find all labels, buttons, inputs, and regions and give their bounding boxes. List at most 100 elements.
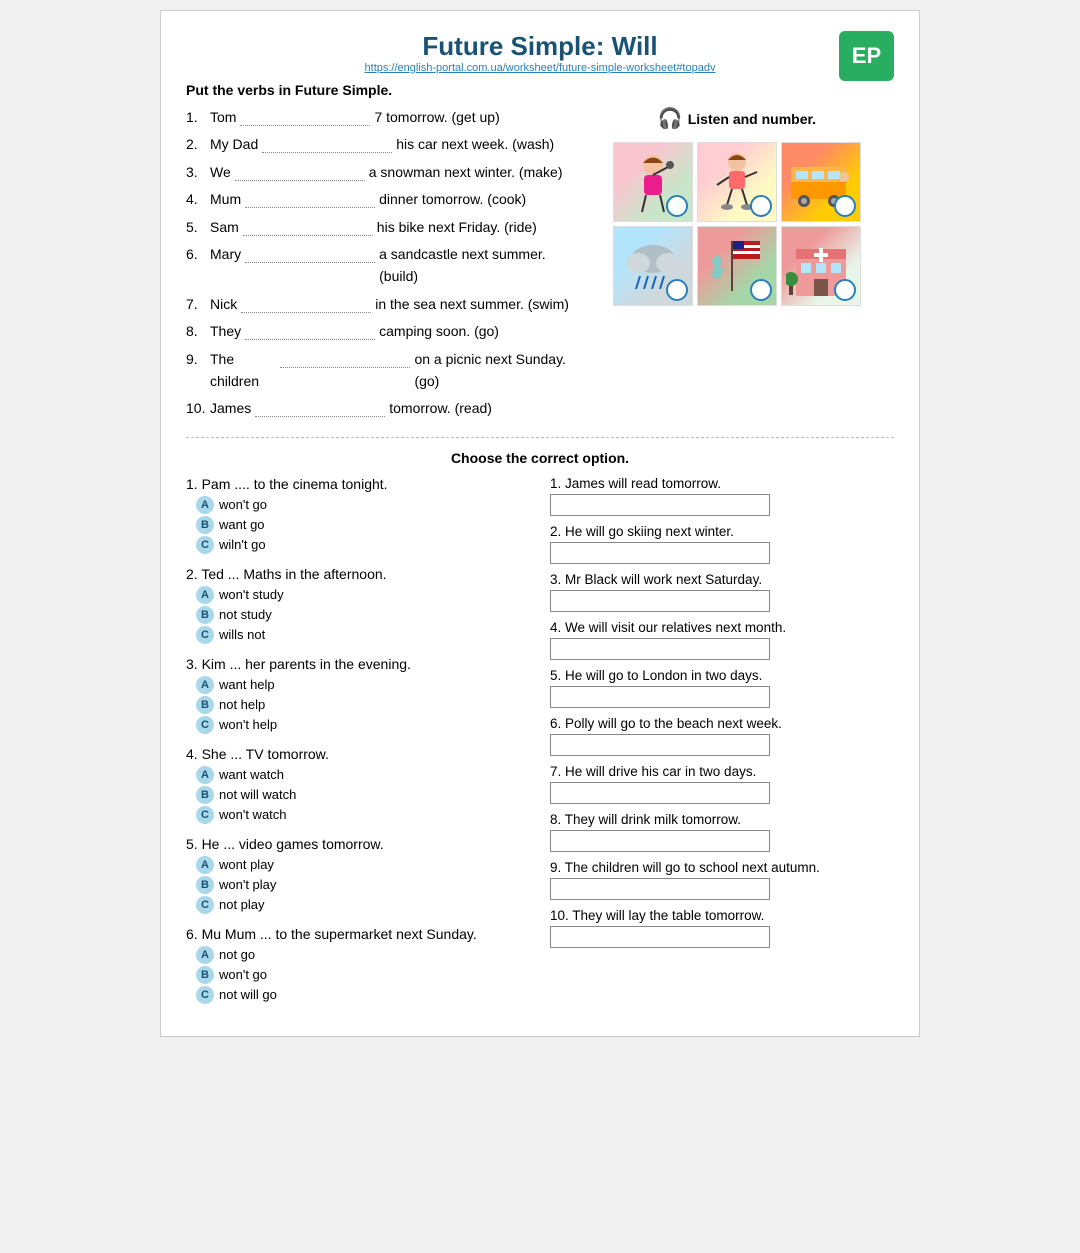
option-letter: A xyxy=(196,766,214,784)
matching-input[interactable] xyxy=(550,782,770,804)
matching-input[interactable] xyxy=(550,590,770,612)
matching-input[interactable] xyxy=(550,734,770,756)
option-item[interactable]: A wont play xyxy=(196,856,530,874)
fill-input[interactable] xyxy=(262,137,392,153)
image-cell-3 xyxy=(781,142,861,222)
matching-input[interactable] xyxy=(550,878,770,900)
headphone-icon: 🎧 xyxy=(658,106,683,131)
matching-item: 5. He will go to London in two days. xyxy=(550,668,894,708)
fill-item: 2. My Dad his car next week. (wash) xyxy=(186,133,570,155)
item-after: dinner tomorrow. (cook) xyxy=(379,188,526,210)
option-letter: A xyxy=(196,496,214,514)
matching-item: 6. Polly will go to the beach next week. xyxy=(550,716,894,756)
fill-item: 8. They camping soon. (go) xyxy=(186,320,570,342)
image-cell-4 xyxy=(613,226,693,306)
option-item[interactable]: A want watch xyxy=(196,766,530,784)
listen-col: 🎧 Listen and number. xyxy=(580,106,894,425)
option-item[interactable]: C not will go xyxy=(196,986,530,1004)
matching-input[interactable] xyxy=(550,638,770,660)
fill-input[interactable] xyxy=(235,165,365,181)
matching-item: 4. We will visit our relatives next mont… xyxy=(550,620,894,660)
options-list: A want watch B not will watch C won't watc… xyxy=(186,766,530,824)
matching-question-text: 6. Polly will go to the beach next week. xyxy=(550,716,894,731)
option-item[interactable]: B not will watch xyxy=(196,786,530,804)
option-letter: B xyxy=(196,786,214,804)
options-list: A won't go B want go C wiln't go xyxy=(186,496,530,554)
option-letter: A xyxy=(196,676,214,694)
item-after: on a picnic next Sunday. (go) xyxy=(414,348,569,393)
option-text: want go xyxy=(219,517,265,532)
matching-question-text: 7. He will drive his car in two days. xyxy=(550,764,894,779)
section1: Put the verbs in Future Simple. 1. Tom 7… xyxy=(186,82,894,425)
fill-input[interactable] xyxy=(245,324,375,340)
matching-question-text: 4. We will visit our relatives next mont… xyxy=(550,620,894,635)
option-text: wills not xyxy=(219,627,265,642)
option-item[interactable]: A not go xyxy=(196,946,530,964)
option-letter: C xyxy=(196,716,214,734)
item-num: 2. xyxy=(186,133,206,155)
question-text: 3. Kim ... her parents in the evening. xyxy=(186,656,530,672)
item-before: My Dad xyxy=(210,133,258,155)
fill-input[interactable] xyxy=(241,297,371,313)
item-before: The children xyxy=(210,348,276,393)
question-text: 6. Mu Mum ... to the supermarket next Su… xyxy=(186,926,530,942)
question-block: 6. Mu Mum ... to the supermarket next Su… xyxy=(186,926,530,1004)
option-text: not study xyxy=(219,607,272,622)
header: Future Simple: Will https://english-port… xyxy=(186,31,894,74)
fill-input[interactable] xyxy=(280,352,410,368)
matching-input[interactable] xyxy=(550,494,770,516)
option-item[interactable]: A want help xyxy=(196,676,530,694)
option-text: not will watch xyxy=(219,787,296,802)
fill-item: 3. We a snowman next winter. (make) xyxy=(186,161,570,183)
matching-input[interactable] xyxy=(550,830,770,852)
matching-item: 3. Mr Black will work next Saturday. xyxy=(550,572,894,612)
choose-section: Choose the correct option. 1. Pam .... t… xyxy=(186,450,894,1016)
item-num: 4. xyxy=(186,188,206,210)
url-link[interactable]: https://english-portal.com.ua/worksheet/… xyxy=(186,62,894,74)
option-item[interactable]: C not play xyxy=(196,896,530,914)
options-list: A won't study B not study C wills not xyxy=(186,586,530,644)
option-letter: B xyxy=(196,516,214,534)
fill-item: 6. Mary a sandcastle next summer. (build… xyxy=(186,243,570,288)
fill-input[interactable] xyxy=(245,192,375,208)
fill-item: 5. Sam his bike next Friday. (ride) xyxy=(186,216,570,238)
item-before: Mary xyxy=(210,243,241,265)
matching-input[interactable] xyxy=(550,926,770,948)
item-num: 7. xyxy=(186,293,206,315)
question-text: 4. She ... TV tomorrow. xyxy=(186,746,530,762)
option-item[interactable]: A won't go xyxy=(196,496,530,514)
option-item[interactable]: B won't play xyxy=(196,876,530,894)
item-before: Nick xyxy=(210,293,237,315)
option-item[interactable]: B won't go xyxy=(196,966,530,984)
options-list: A not go B won't go C not will go xyxy=(186,946,530,1004)
option-item[interactable]: C wiln't go xyxy=(196,536,530,554)
matching-input[interactable] xyxy=(550,686,770,708)
option-letter: B xyxy=(196,606,214,624)
question-text: 1. Pam .... to the cinema tonight. xyxy=(186,476,530,492)
option-item[interactable]: A won't study xyxy=(196,586,530,604)
option-item[interactable]: C won't help xyxy=(196,716,530,734)
option-item[interactable]: B not help xyxy=(196,696,530,714)
question-block: 5. He ... video games tomorrow.A wont pl… xyxy=(186,836,530,914)
fill-input[interactable] xyxy=(240,110,370,126)
option-item[interactable]: C won't watch xyxy=(196,806,530,824)
matching-question-text: 10. They will lay the table tomorrow. xyxy=(550,908,894,923)
option-item[interactable]: C wills not xyxy=(196,626,530,644)
listen-text: Listen and number. xyxy=(688,111,816,127)
image-cell-5 xyxy=(697,226,777,306)
fill-list: 1. Tom 7 tomorrow. (get up)2. My Dad his… xyxy=(186,106,570,420)
fill-blanks-col: 1. Tom 7 tomorrow. (get up)2. My Dad his… xyxy=(186,106,570,425)
option-item[interactable]: B not study xyxy=(196,606,530,624)
fill-input[interactable] xyxy=(243,220,373,236)
matching-input[interactable] xyxy=(550,542,770,564)
fill-input[interactable] xyxy=(255,401,385,417)
options-list: A wont play B won't play C not play xyxy=(186,856,530,914)
item-before: They xyxy=(210,320,241,342)
option-item[interactable]: B want go xyxy=(196,516,530,534)
item-before: Mum xyxy=(210,188,241,210)
option-text: wont play xyxy=(219,857,274,872)
item-num: 5. xyxy=(186,216,206,238)
fill-input[interactable] xyxy=(245,247,375,263)
item-before: Tom xyxy=(210,106,236,128)
option-text: won't go xyxy=(219,497,267,512)
